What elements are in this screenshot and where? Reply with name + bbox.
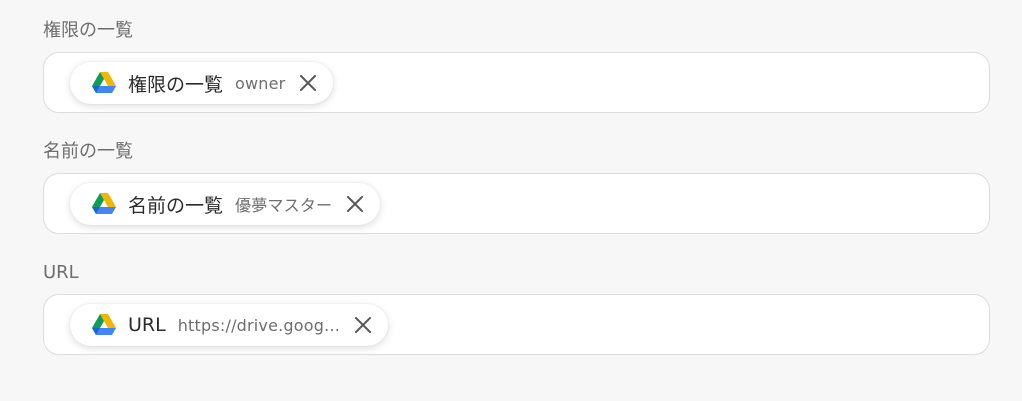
close-icon [354,317,371,333]
field-section-names: 名前の一覧 名前の一覧 優夢マスター [43,140,990,234]
url-input[interactable]: URL https://drive.goog... [43,294,990,355]
permissions-input[interactable]: 権限の一覧 owner [43,52,990,113]
chip-value: 優夢マスター [235,196,333,215]
url-chip[interactable]: URL https://drive.goog... [70,304,388,346]
field-label-names: 名前の一覧 [43,141,133,162]
close-icon [347,196,364,212]
field-label-permissions: 権限の一覧 [43,20,133,41]
field-label-url: URL [43,262,79,283]
chip-value: owner [235,73,286,93]
field-section-permissions: 権限の一覧 権限の一覧 owner [43,19,990,113]
google-drive-icon [92,193,116,215]
chip-label: URL [128,314,166,336]
names-chip[interactable]: 名前の一覧 優夢マスター [70,183,381,225]
remove-chip-button[interactable] [344,193,366,215]
field-section-url: URL URL https://drive.goog... [43,261,990,355]
close-icon [300,75,317,91]
chip-label: 名前の一覧 [128,194,224,217]
google-drive-icon [92,72,116,94]
names-input[interactable]: 名前の一覧 優夢マスター [43,173,990,234]
chip-value: https://drive.goog... [177,315,340,335]
remove-chip-button[interactable] [352,314,374,336]
form-page: 権限の一覧 権限の一覧 owner 名前の一覧 名前の一覧 優夢マスター URL… [0,0,1022,401]
permissions-chip[interactable]: 権限の一覧 owner [70,62,334,104]
chip-label: 権限の一覧 [128,73,224,96]
remove-chip-button[interactable] [297,72,319,94]
google-drive-icon [92,314,116,336]
